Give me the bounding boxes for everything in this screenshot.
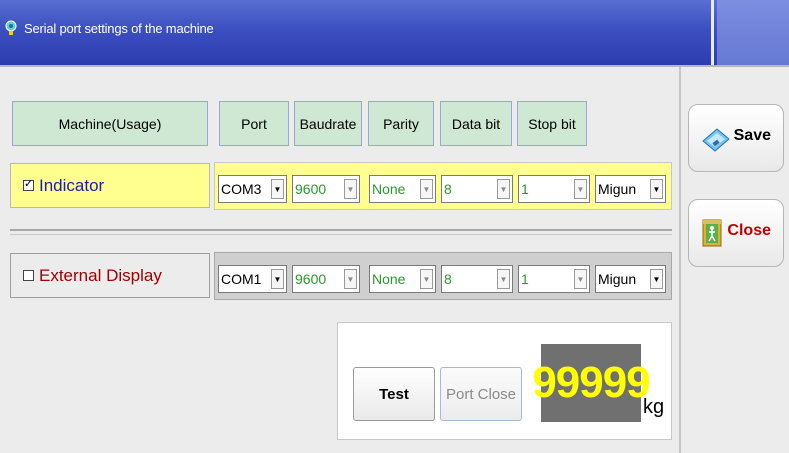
external-protocol-value: Migun	[598, 271, 637, 287]
external-display-label: External Display	[39, 265, 162, 285]
indicator-baudrate-select[interactable]: 9600 ▼	[292, 175, 360, 203]
indicator-settings-row: COM3 ▼ 9600 ▼ None ▼ 8 ▼ 1 ▼ Migun ▼	[214, 162, 672, 210]
external-databit-value: 8	[444, 271, 452, 287]
weight-display: 99999	[532, 344, 651, 422]
external-parity-value: None	[372, 271, 406, 287]
machine-row-external-display[interactable]: External Display	[10, 253, 210, 298]
machine-row-indicator[interactable]: Indicator	[10, 163, 210, 208]
chevron-down-icon[interactable]: ▼	[420, 179, 433, 199]
external-display-checkbox[interactable]	[23, 270, 34, 281]
save-button[interactable]: Save	[688, 104, 784, 172]
port-close-button[interactable]: Port Close	[440, 367, 522, 421]
chevron-down-icon[interactable]: ▼	[420, 269, 433, 289]
title-bar: Serial port settings of the machine	[0, 0, 789, 65]
indicator-baudrate-value: 9600	[295, 181, 327, 197]
indicator-parity-select[interactable]: None ▼	[369, 175, 436, 203]
save-label: Save	[733, 127, 771, 144]
indicator-port-value: COM3	[221, 181, 262, 197]
external-baudrate-select[interactable]: 9600 ▼	[292, 265, 360, 293]
indicator-protocol-value: Migun	[598, 181, 637, 197]
indicator-databit-select[interactable]: 8 ▼	[441, 175, 513, 203]
indicator-port-select[interactable]: COM3 ▼	[218, 175, 287, 203]
indicator-checkbox[interactable]	[23, 177, 34, 191]
vertical-separator	[679, 67, 681, 453]
chevron-down-icon[interactable]: ▼	[574, 269, 587, 289]
external-port-select[interactable]: COM1 ▼	[218, 265, 287, 293]
indicator-protocol-select[interactable]: Migun ▼	[595, 175, 666, 203]
chevron-down-icon[interactable]: ▼	[344, 179, 357, 199]
external-parity-select[interactable]: None ▼	[369, 265, 436, 293]
serial-settings-window: Serial port settings of the machine Mach…	[0, 0, 789, 453]
top-separator	[0, 65, 789, 67]
chevron-down-icon[interactable]: ▼	[574, 179, 587, 199]
chevron-down-icon[interactable]: ▼	[650, 269, 663, 289]
row-separator	[10, 229, 672, 231]
chevron-down-icon[interactable]: ▼	[497, 269, 510, 289]
row-separator-shadow	[10, 234, 672, 235]
external-display-settings-row: COM1 ▼ 9600 ▼ None ▼ 8 ▼ 1 ▼ Migun ▼	[214, 252, 672, 300]
indicator-parity-value: None	[372, 181, 406, 197]
chevron-down-icon[interactable]: ▼	[271, 269, 284, 289]
external-baudrate-value: 9600	[295, 271, 327, 287]
weight-unit: kg	[643, 396, 665, 418]
header-parity: Parity	[368, 101, 434, 146]
header-databit: Data bit	[440, 101, 512, 146]
external-stopbit-select[interactable]: 1 ▼	[518, 265, 590, 293]
indicator-stopbit-select[interactable]: 1 ▼	[518, 175, 590, 203]
chevron-down-icon[interactable]: ▼	[344, 269, 357, 289]
header-baudrate: Baudrate	[294, 101, 362, 146]
title-right-pane	[717, 0, 789, 65]
indicator-stopbit-value: 1	[521, 181, 529, 197]
header-stopbit: Stop bit	[517, 101, 587, 146]
header-port: Port	[219, 101, 289, 146]
close-button[interactable]: Close	[688, 199, 784, 267]
external-databit-select[interactable]: 8 ▼	[441, 265, 513, 293]
disk-save-icon	[702, 128, 730, 152]
close-label: Close	[727, 222, 771, 239]
external-port-value: COM1	[221, 271, 262, 287]
header-machine: Machine(Usage)	[12, 101, 208, 146]
title-divider	[711, 0, 714, 65]
external-stopbit-value: 1	[521, 271, 529, 287]
chevron-down-icon[interactable]: ▼	[650, 179, 663, 199]
chevron-down-icon[interactable]: ▼	[271, 179, 284, 199]
app-icon	[5, 20, 17, 35]
window-title: Serial port settings of the machine	[24, 21, 214, 36]
indicator-label: Indicator	[39, 175, 105, 195]
test-button[interactable]: Test	[353, 367, 435, 421]
external-protocol-select[interactable]: Migun ▼	[595, 265, 666, 293]
indicator-databit-value: 8	[444, 181, 452, 197]
chevron-down-icon[interactable]: ▼	[497, 179, 510, 199]
